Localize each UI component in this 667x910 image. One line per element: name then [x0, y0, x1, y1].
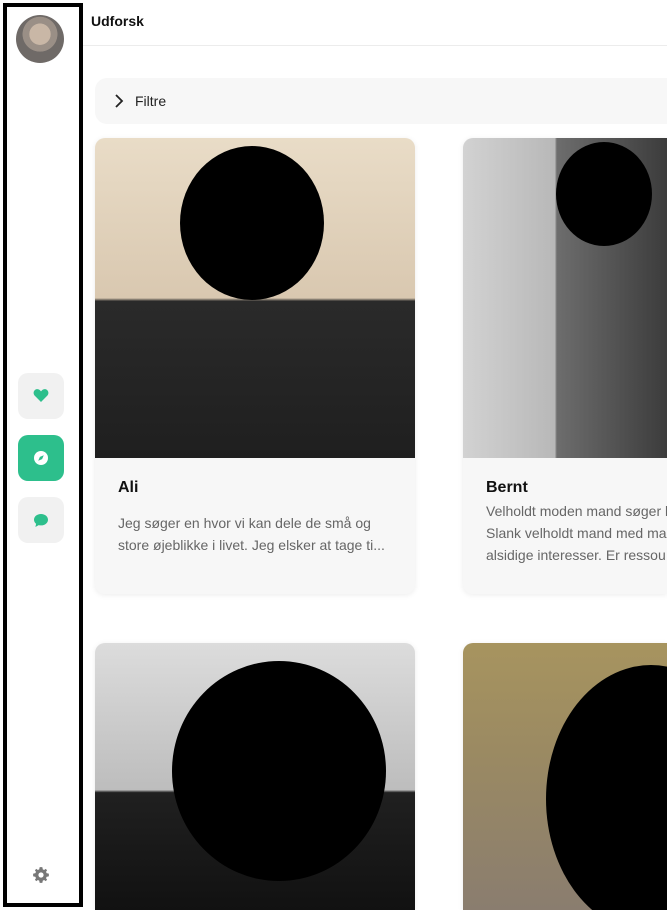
profile-photo	[463, 643, 667, 910]
profile-photo	[95, 138, 415, 458]
profile-name: Ali	[118, 479, 139, 496]
chat-icon	[34, 513, 48, 527]
explore-button[interactable]	[18, 435, 64, 481]
face-redaction	[172, 661, 386, 881]
top-bar: Udforsk	[83, 0, 667, 46]
sidebar	[3, 3, 83, 907]
profile-photo	[463, 138, 667, 458]
face-redaction	[180, 146, 324, 300]
profile-avatar[interactable]	[16, 15, 64, 63]
profile-card[interactable]: Ali Jeg søger en hvor vi kan dele de små…	[95, 138, 415, 594]
chat-button[interactable]	[18, 497, 64, 543]
profile-description: Velholdt moden mand søger l Slank velhol…	[486, 503, 667, 563]
gear-icon[interactable]	[33, 867, 49, 883]
profile-card[interactable]: Bernt Velholdt moden mand søger l Slank …	[463, 138, 667, 594]
page-title: Udforsk	[91, 13, 144, 29]
likes-button[interactable]	[18, 373, 64, 419]
profile-photo	[95, 643, 415, 910]
face-redaction	[556, 142, 652, 246]
profile-name: Bernt	[486, 479, 528, 496]
filter-toggle[interactable]: Filtre	[95, 78, 667, 124]
profile-card[interactable]	[463, 643, 667, 910]
chevron-right-icon	[115, 94, 124, 108]
compass-icon	[34, 451, 48, 465]
heart-icon	[33, 389, 49, 402]
profile-card[interactable]	[95, 643, 415, 910]
profile-description: Jeg søger en hvor vi kan dele de små og …	[118, 515, 385, 553]
filter-label: Filtre	[135, 93, 167, 109]
face-redaction	[546, 665, 667, 910]
